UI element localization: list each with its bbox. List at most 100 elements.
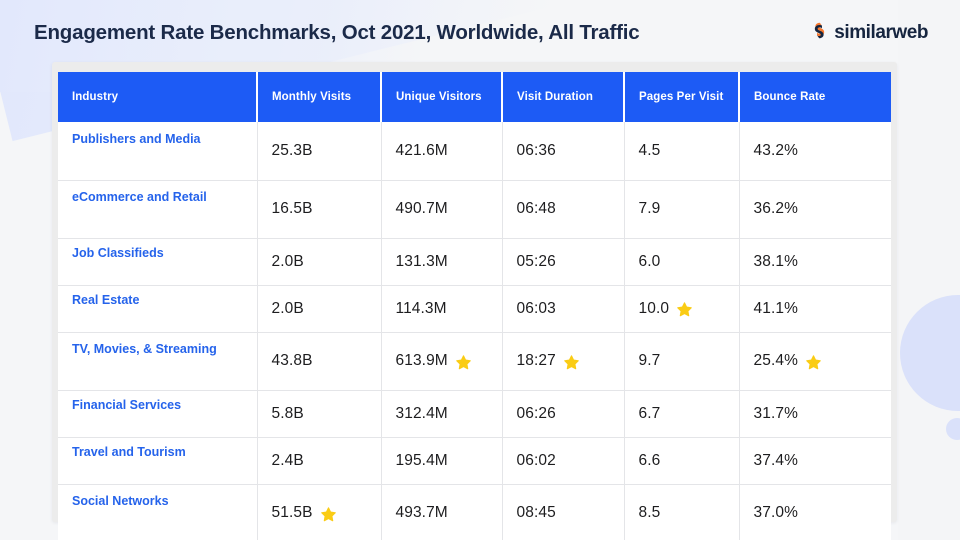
cell-unique-visitors: 421.6M [381,122,503,180]
table-row: Social Networks 51.5B 493.7M 08:45 8.5 37.0% [58,484,891,540]
column-header-visit-duration[interactable]: Visit Duration [502,72,625,122]
metric-value: 2.4B [272,452,304,470]
metric-value: 5.8B [272,405,304,423]
metric-text: 8.5 [638,504,661,522]
cell-industry: TV, Movies, & Streaming [58,332,258,390]
metric-text: 51.5B [271,504,313,522]
metric-value: 6.6 [639,452,661,470]
benchmarks-table-card: Industry Monthly Visits Unique Visitors … [52,62,897,540]
page-title: Engagement Rate Benchmarks, Oct 2021, Wo… [34,21,640,44]
similarweb-logo: similarweb [810,21,928,45]
metric-text: 31.7% [753,404,798,422]
cell-pages-per-visit: 6.6 [624,437,740,484]
table-row: TV, Movies, & Streaming 43.8B 613.9M 18:27 9… [58,332,891,390]
metric-value: 06:02 [517,452,556,470]
background-circle-small [946,418,960,440]
cell-monthly-visits: 2.0B [257,238,382,285]
metric-text: 06:03 [516,299,556,317]
cell-pages-per-visit: 6.0 [624,238,740,285]
cell-visit-duration: 06:26 [502,390,625,437]
metric-value: 41.1% [754,300,798,318]
metric-value: 36.2% [754,200,798,218]
metric-text: 2.4B [271,451,304,469]
cell-bounce-rate: 38.1% [739,238,891,285]
metric-value: 08:45 [517,504,556,522]
cell-visit-duration: 08:45 [502,484,625,540]
cell-monthly-visits: 25.3B [257,122,382,180]
industry-link[interactable]: Travel and Tourism [72,445,257,459]
metric-text: 421.6M [395,141,448,159]
cell-monthly-visits: 16.5B [257,180,382,238]
metric-value: 38.1% [754,253,798,271]
metric-value: 25.4% [754,352,822,370]
metric-value: 10.0 [639,300,694,318]
industry-link[interactable]: Real Estate [72,293,257,307]
table-header: Industry Monthly Visits Unique Visitors … [58,72,891,122]
industry-link[interactable]: Financial Services [72,398,257,412]
metric-value: 16.5B [272,200,313,218]
cell-industry: Social Networks [58,484,258,540]
background-circle-large [900,295,960,411]
metric-text: 10.0 [638,299,670,317]
column-header-monthly-visits[interactable]: Monthly Visits [257,72,382,122]
metric-value: 25.3B [272,142,313,160]
table-row: Real Estate 2.0B 114.3M 06:03 10.0 41.1% [58,285,891,332]
cell-industry: Travel and Tourism [58,437,258,484]
metric-text: 06:36 [516,141,556,159]
metric-text: 6.7 [638,404,661,422]
metric-text: 16.5B [271,200,313,217]
column-header-bounce-rate[interactable]: Bounce Rate [739,72,891,122]
metric-text: 2.0B [271,252,304,270]
cell-industry: Publishers and Media [58,122,258,180]
metric-value: 06:26 [517,405,556,423]
table-body: Publishers and Media 25.3B 421.6M 06:36 4.5 4… [58,122,891,540]
cell-monthly-visits: 2.4B [257,437,382,484]
metric-text: 37.4% [753,451,798,469]
cell-bounce-rate: 41.1% [739,285,891,332]
industry-link[interactable]: TV, Movies, & Streaming [72,342,257,356]
cell-bounce-rate: 37.4% [739,437,891,484]
metric-text: 195.4M [395,451,448,469]
cell-pages-per-visit: 4.5 [624,122,740,180]
industry-link[interactable]: Social Networks [72,494,257,508]
metric-text: 6.0 [638,252,661,270]
page-header: Engagement Rate Benchmarks, Oct 2021, Wo… [0,0,960,66]
cell-visit-duration: 06:03 [502,285,625,332]
cell-bounce-rate: 36.2% [739,180,891,238]
industry-link[interactable]: Job Classifieds [72,246,257,260]
metric-value: 131.3M [396,253,448,271]
metric-text: 18:27 [516,352,556,369]
metric-text: 06:26 [516,404,556,422]
cell-industry: Real Estate [58,285,258,332]
metric-value: 43.8B [272,352,313,370]
metric-value: 18:27 [517,352,580,370]
cell-unique-visitors: 490.7M [381,180,503,238]
industry-link[interactable]: Publishers and Media [72,132,257,146]
cell-pages-per-visit: 8.5 [624,484,740,540]
industry-link[interactable]: eCommerce and Retail [72,190,257,204]
table-row: Publishers and Media 25.3B 421.6M 06:36 4.5 4… [58,122,891,180]
metric-value: 37.4% [754,452,798,470]
cell-monthly-visits: 51.5B [257,484,382,540]
metric-value: 9.7 [639,352,661,370]
metric-value: 06:36 [517,142,556,160]
column-header-pages-per-visit[interactable]: Pages Per Visit [624,72,740,122]
metric-value: 06:48 [517,200,556,218]
metric-value: 613.9M [396,352,472,370]
star-icon [805,354,822,371]
cell-industry: eCommerce and Retail [58,180,258,238]
column-header-industry[interactable]: Industry [58,72,258,122]
benchmarks-table: Industry Monthly Visits Unique Visitors … [58,72,891,540]
metric-text: 114.3M [395,299,447,317]
cell-monthly-visits: 2.0B [257,285,382,332]
cell-bounce-rate: 31.7% [739,390,891,437]
metric-value: 7.9 [639,200,661,218]
metric-text: 37.0% [753,504,798,522]
metric-text: 312.4M [395,404,448,422]
column-header-unique-visitors[interactable]: Unique Visitors [381,72,503,122]
metric-value: 8.5 [639,504,661,522]
table-row: eCommerce and Retail 16.5B 490.7M 06:48 7.9 3… [58,180,891,238]
metric-value: 2.0B [272,300,304,318]
metric-text: 493.7M [395,504,448,522]
metric-value: 31.7% [754,405,798,423]
